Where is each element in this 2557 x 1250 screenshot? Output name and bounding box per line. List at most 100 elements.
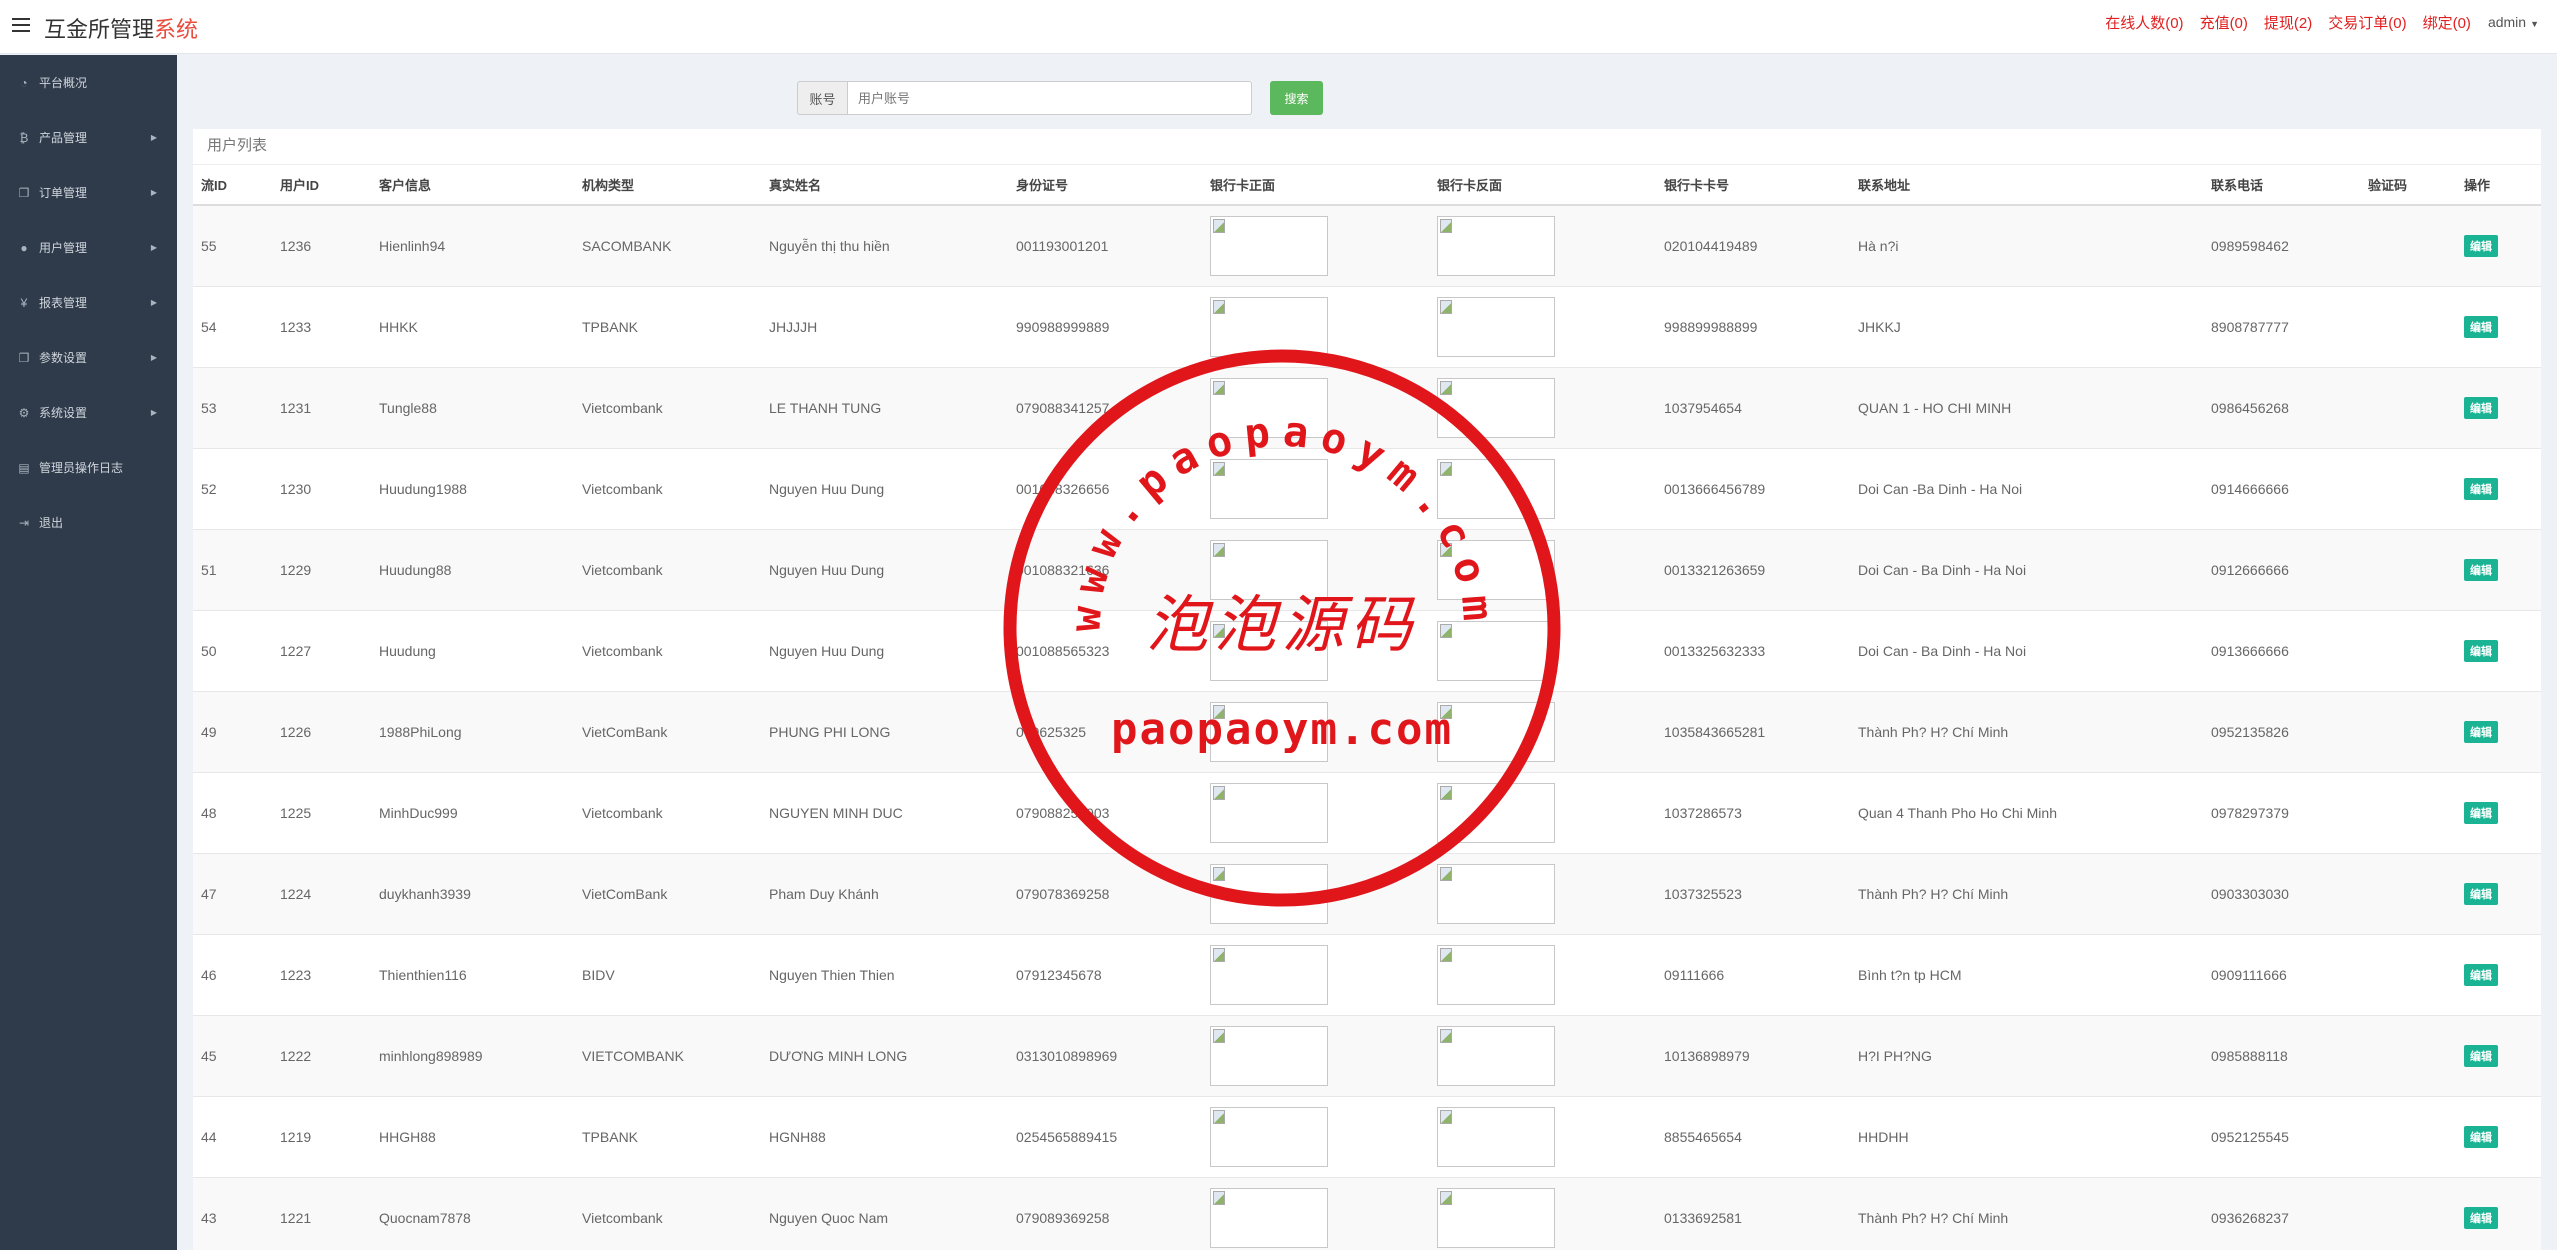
cell-bank: TPBANK <box>574 1096 761 1178</box>
edit-button[interactable]: 编辑 <box>2464 1207 2498 1229</box>
card-back-image[interactable] <box>1437 297 1555 357</box>
edit-button[interactable]: 编辑 <box>2464 721 2498 743</box>
edit-button[interactable]: 编辑 <box>2464 1126 2498 1148</box>
cell-name: LE THANH TUNG <box>761 367 1008 449</box>
sidebar-item-label: 报表管理 <box>39 296 88 310</box>
card-back-image[interactable] <box>1437 216 1555 276</box>
cell-card-front <box>1202 853 1429 935</box>
sidebar-item-logout[interactable]: ⇥ 退出 <box>0 495 177 550</box>
cell-bank: Vietcombank <box>574 448 761 530</box>
card-front-image[interactable] <box>1210 1188 1328 1248</box>
card-front-image[interactable] <box>1210 783 1328 843</box>
card-front-image[interactable] <box>1210 216 1328 276</box>
broken-image-icon <box>1213 219 1225 233</box>
sidebar-item-system-settings[interactable]: ⚙ 系统设置 ▶ <box>0 385 177 440</box>
bind-link[interactable]: 绑定(0) <box>2418 8 2476 37</box>
brand-accent: 系统 <box>154 17 199 42</box>
cell-idcard: 0254565889415 <box>1008 1096 1202 1178</box>
edit-button[interactable]: 编辑 <box>2464 235 2498 257</box>
card-front-image[interactable] <box>1210 621 1328 681</box>
sidebar-item-parameter-settings[interactable]: ❐ 参数设置 ▶ <box>0 330 177 385</box>
account-search-input[interactable] <box>847 81 1252 115</box>
sidebar-item-product-management[interactable]: ₿ 产品管理 ▶ <box>0 110 177 165</box>
cell-bank: Vietcombank <box>574 367 761 449</box>
cell-name: Nguyen Huu Dung <box>761 448 1008 530</box>
edit-button[interactable]: 编辑 <box>2464 640 2498 662</box>
cell-code <box>2360 529 2456 611</box>
cell-card-front <box>1202 691 1429 773</box>
card-back-image[interactable] <box>1437 864 1555 924</box>
broken-image-icon <box>1440 1191 1452 1205</box>
card-back-image[interactable] <box>1437 1107 1555 1167</box>
recharge-link[interactable]: 充值(0) <box>2195 8 2253 37</box>
card-front-image[interactable] <box>1210 702 1328 762</box>
cell-phone: 0952135826 <box>2203 691 2360 773</box>
cell-idcard: 079089369258 <box>1008 1177 1202 1250</box>
account-addon-label: 账号 <box>797 81 847 115</box>
edit-button[interactable]: 编辑 <box>2464 397 2498 419</box>
sidebar-item-user-management[interactable]: ● 用户管理 ▶ <box>0 220 177 275</box>
card-back-image[interactable] <box>1437 540 1555 600</box>
edit-button[interactable]: 编辑 <box>2464 883 2498 905</box>
cell-idcard: 079088341257 <box>1008 367 1202 449</box>
cell-name: Pham Duy Khánh <box>761 853 1008 935</box>
card-front-image[interactable] <box>1210 1107 1328 1167</box>
broken-image-icon <box>1440 543 1452 557</box>
sidebar-item-platform-overview[interactable]: ◔ 平台概况 <box>0 55 177 110</box>
admin-user-menu[interactable]: admin ▼ <box>2482 10 2545 34</box>
cell-code <box>2360 367 2456 449</box>
card-front-image[interactable] <box>1210 459 1328 519</box>
cell-idcard: 079088256903 <box>1008 772 1202 854</box>
table-row: 45 1222 minhlong898989 VIETCOMBANK DƯƠNG MIN… <box>193 1015 2541 1097</box>
cell-uid: 1224 <box>272 853 371 935</box>
sidebar-item-report-management[interactable]: ¥ 报表管理 ▶ <box>0 275 177 330</box>
edit-button[interactable]: 编辑 <box>2464 964 2498 986</box>
edit-button[interactable]: 编辑 <box>2464 802 2498 824</box>
card-back-image[interactable] <box>1437 621 1555 681</box>
cell-id: 54 <box>193 286 272 368</box>
search-button[interactable]: 搜索 <box>1270 81 1323 115</box>
cell-uid: 1236 <box>272 204 371 287</box>
card-front-image[interactable] <box>1210 945 1328 1005</box>
top-nav-links: 在线人数(0) 充值(0) 提现(2) 交易订单(0) 绑定(0) admin ▼ <box>2100 0 2545 44</box>
cell-phone: 0989598462 <box>2203 204 2360 287</box>
trade-orders-link[interactable]: 交易订单(0) <box>2323 8 2411 37</box>
card-back-image[interactable] <box>1437 459 1555 519</box>
chevron-right-icon: ▶ <box>150 133 157 142</box>
edit-button[interactable]: 编辑 <box>2464 559 2498 581</box>
card-front-image[interactable] <box>1210 540 1328 600</box>
broken-image-icon <box>1213 948 1225 962</box>
card-back-image[interactable] <box>1437 783 1555 843</box>
edit-button[interactable]: 编辑 <box>2464 316 2498 338</box>
cell-card_no: 0013325632333 <box>1656 610 1850 692</box>
cell-card-back <box>1429 772 1656 854</box>
cell-code <box>2360 1177 2456 1250</box>
cell-idcard: 001088326656 <box>1008 448 1202 530</box>
search-bar: 账号 搜索 <box>797 81 1323 115</box>
card-back-image[interactable] <box>1437 1188 1555 1248</box>
withdraw-link[interactable]: 提现(2) <box>2259 8 2317 37</box>
chevron-right-icon: ▶ <box>150 408 157 417</box>
card-back-image[interactable] <box>1437 945 1555 1005</box>
edit-button[interactable]: 编辑 <box>2464 478 2498 500</box>
online-users-link[interactable]: 在线人数(0) <box>2100 8 2188 37</box>
gears-icon: ⚙ <box>18 405 30 420</box>
card-front-image[interactable] <box>1210 1026 1328 1086</box>
card-front-image[interactable] <box>1210 297 1328 357</box>
broken-image-icon <box>1440 948 1452 962</box>
card-back-image[interactable] <box>1437 1026 1555 1086</box>
cell-card_no: 1037325523 <box>1656 853 1850 935</box>
card-back-image[interactable] <box>1437 702 1555 762</box>
cell-card-front <box>1202 1096 1429 1178</box>
broken-image-icon <box>1440 219 1452 233</box>
card-front-image[interactable] <box>1210 864 1328 924</box>
sidebar-item-order-management[interactable]: ❐ 订单管理 ▶ <box>0 165 177 220</box>
cell-id: 44 <box>193 1096 272 1178</box>
card-back-image[interactable] <box>1437 378 1555 438</box>
edit-button[interactable]: 编辑 <box>2464 1045 2498 1067</box>
sidebar-item-admin-log[interactable]: ▤ 管理员操作日志 <box>0 440 177 495</box>
menu-toggle-icon[interactable] <box>12 18 30 32</box>
card-front-image[interactable] <box>1210 378 1328 438</box>
cell-address: Thành Ph? H? Chí Minh <box>1850 1177 2203 1250</box>
cell-bank: SACOMBANK <box>574 204 761 287</box>
